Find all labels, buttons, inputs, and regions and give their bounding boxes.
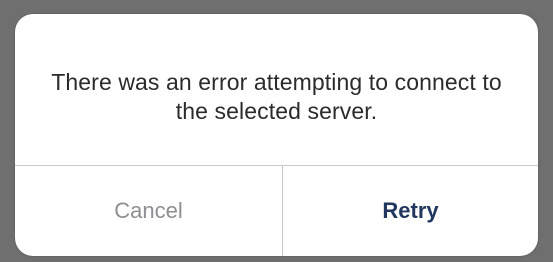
cancel-button[interactable]: Cancel — [15, 166, 282, 256]
retry-button[interactable]: Retry — [283, 166, 538, 256]
alert-message: There was an error attempting to connect… — [51, 68, 502, 124]
alert-dialog: There was an error attempting to connect… — [15, 14, 538, 256]
alert-body: There was an error attempting to connect… — [15, 14, 538, 165]
